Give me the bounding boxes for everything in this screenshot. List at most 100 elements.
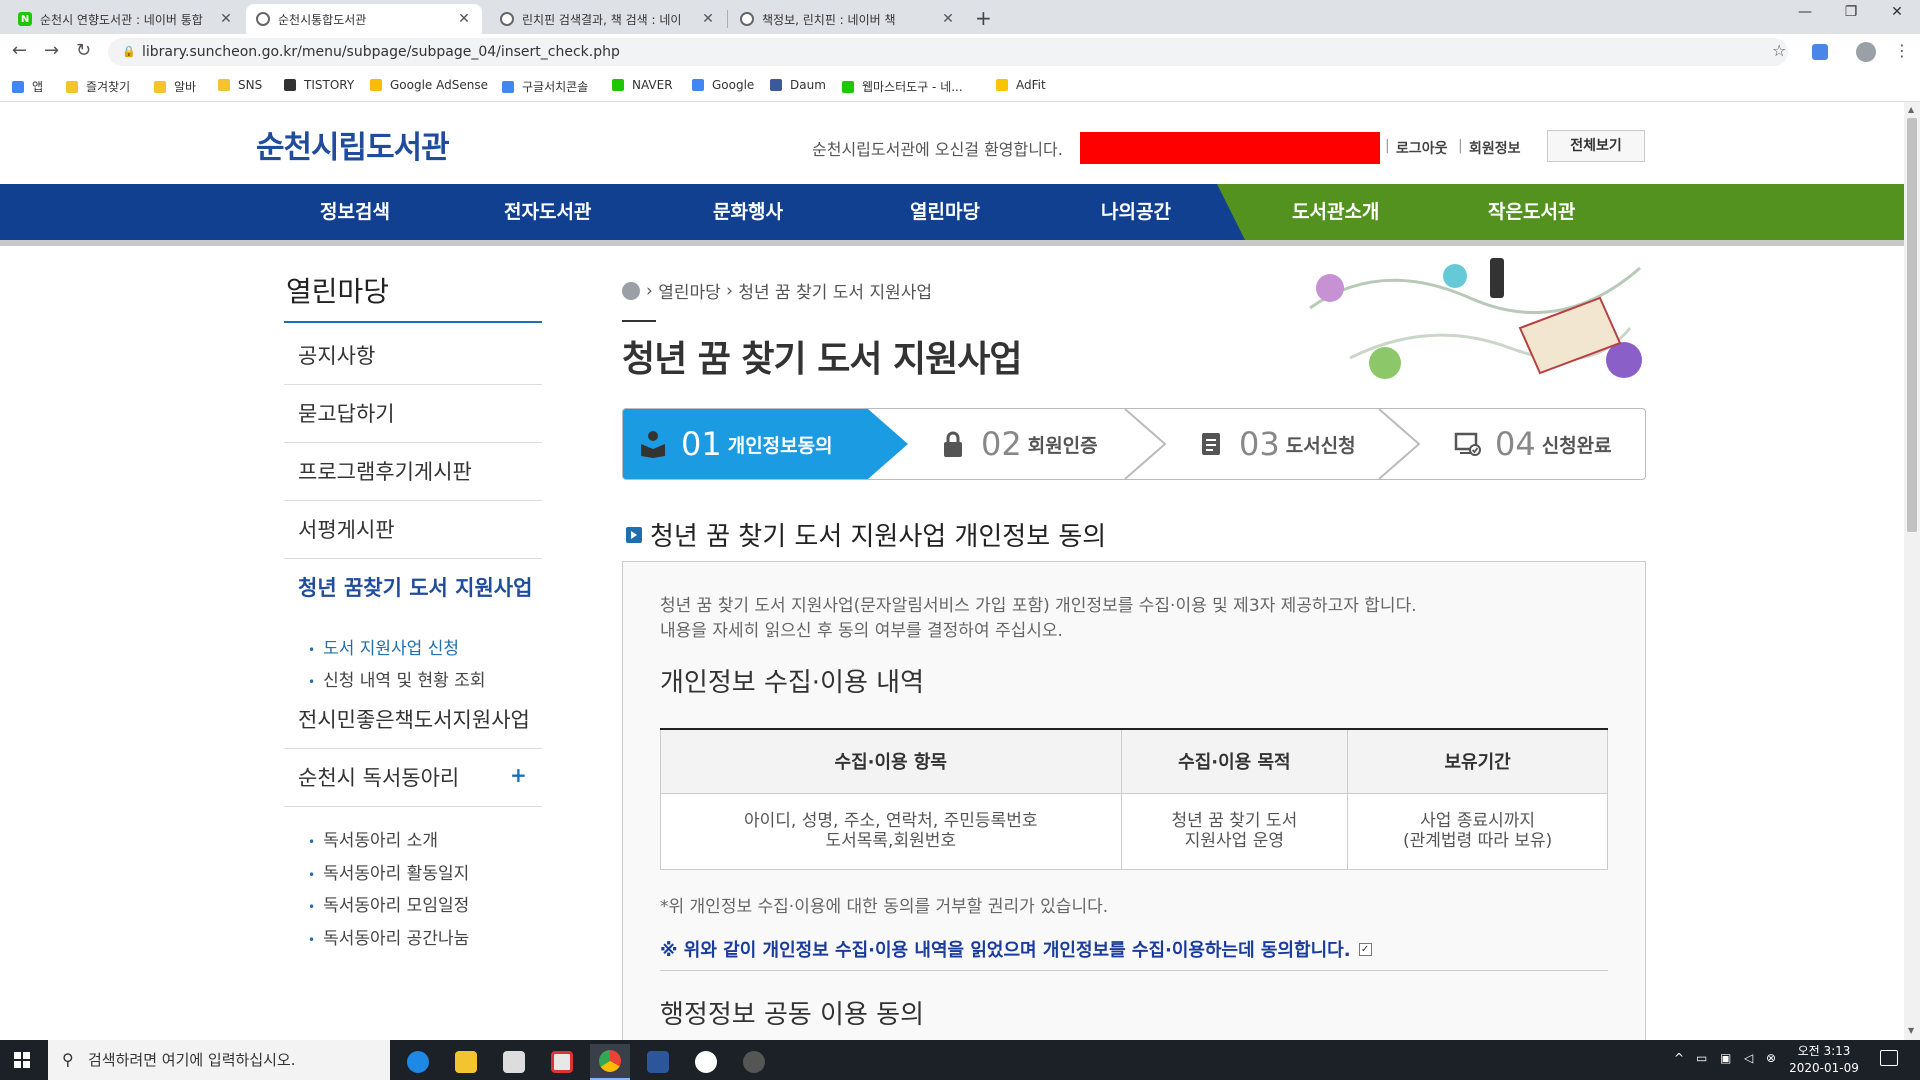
bookmark-tistory[interactable]: TISTORY <box>284 78 354 92</box>
taskbar-store[interactable] <box>494 1044 534 1080</box>
forward-arrow-icon[interactable]: → <box>44 40 59 61</box>
nav-culture-events[interactable]: 문화행사 <box>713 184 783 240</box>
breadcrumb-item[interactable]: 청년 꿈 찾기 도서 지원사업 <box>738 278 932 303</box>
member-info-link[interactable]: 회원정보 <box>1469 138 1521 158</box>
breadcrumb-sep: › <box>646 280 659 301</box>
scroll-thumb[interactable] <box>1907 118 1917 532</box>
bookmark-folder[interactable]: 즐겨찾기 <box>66 78 130 95</box>
sidebar-item-book-review[interactable]: 서평게시판 <box>284 501 542 559</box>
bookmark-google[interactable]: Google <box>692 78 754 92</box>
browser-tab[interactable]: 린치핀 검색결과, 책 검색 : 네이 ✕ <box>490 4 726 34</box>
taskbar-chrome[interactable] <box>590 1044 630 1080</box>
app-icon <box>551 1051 573 1073</box>
bookmark-webmaster[interactable]: 웹마스터도구 - 네... <box>842 78 963 95</box>
webmaster-icon <box>842 80 854 93</box>
sidebar-sub-status[interactable]: 신청 내역 및 현황 조회 <box>308 666 485 691</box>
breadcrumb-item[interactable]: 열린마당 <box>658 278 721 303</box>
sidebar-item-good-books[interactable]: 전시민좋은책도서지원사업 <box>284 691 542 749</box>
decorative-flowers-illustration <box>1309 258 1642 379</box>
daum-icon <box>770 79 782 91</box>
sidebar-item-qna[interactable]: 묻고답하기 <box>284 385 542 443</box>
step-1: 01 개인정보동의 <box>639 425 833 463</box>
restore-icon[interactable]: ❐ <box>1828 4 1874 20</box>
taskbar-word[interactable] <box>638 1044 678 1080</box>
taskbar-search-box[interactable]: ⚲ 검색하려면 여기에 입력하십시오. <box>48 1040 390 1080</box>
close-window-icon[interactable]: ✕ <box>1874 4 1920 20</box>
lock-icon: 🔒 <box>122 45 136 58</box>
bookmark-apps[interactable]: 앱 <box>12 78 43 95</box>
nav-library-intro[interactable]: 도서관소개 <box>1292 184 1379 240</box>
sidebar-sub-club-space[interactable]: 독서동아리 공간나눔 <box>308 924 469 949</box>
sidebar-item-youth-dream[interactable]: 청년 꿈찾기 도서 지원사업 <box>284 559 542 617</box>
app-icon <box>743 1051 765 1073</box>
bookmark-adsense[interactable]: Google AdSense <box>370 78 488 92</box>
nav-small-library[interactable]: 작은도서관 <box>1488 184 1575 240</box>
windows-start-icon[interactable] <box>14 1052 30 1068</box>
bookmark-folder[interactable]: SNS <box>218 78 262 92</box>
nav-open-forum[interactable]: 열린마당 <box>910 184 980 240</box>
browser-menu-icon[interactable]: ⋮ <box>1894 41 1910 60</box>
bookmark-search-console[interactable]: 구글서치콘솔 <box>502 78 588 95</box>
taskbar-clock[interactable]: 오전 3:13 2020-01-09 <box>1786 1043 1862 1077</box>
nav-e-library[interactable]: 전자도서관 <box>504 184 591 240</box>
sidebar-sub-club-intro[interactable]: 독서동아리 소개 <box>308 826 438 851</box>
agree-checkbox[interactable]: ✓ <box>1358 942 1372 956</box>
volume-icon[interactable]: ◁ <box>1744 1051 1753 1065</box>
minimize-icon[interactable]: — <box>1782 4 1828 20</box>
nav-my-space[interactable]: 나의공간 <box>1101 184 1171 240</box>
network-icon[interactable]: ▣ <box>1720 1051 1731 1065</box>
tab-title: 순천시 연향도서관 : 네이버 통합 <box>40 12 203 27</box>
notification-icon[interactable] <box>1880 1050 1898 1066</box>
page-scrollbar[interactable]: ▲ ▼ <box>1904 102 1920 1040</box>
browser-tab[interactable]: 책정보, 린치핀 : 네이버 책 ✕ <box>730 4 966 34</box>
sidebar-item-reading-club[interactable]: 순천시 독서동아리 <box>284 749 542 807</box>
tab-close-icon[interactable]: ✕ <box>218 11 234 27</box>
new-tab-icon[interactable]: + <box>975 6 992 30</box>
tab-close-icon[interactable]: ✕ <box>700 11 716 27</box>
breadcrumb-sep: › <box>720 280 739 301</box>
bookmark-folder[interactable]: 알바 <box>154 78 196 95</box>
tab-close-icon[interactable]: ✕ <box>456 11 472 27</box>
profile-avatar-icon[interactable] <box>1856 42 1876 62</box>
extension-icon[interactable] <box>1812 44 1828 60</box>
reload-icon[interactable]: ↻ <box>76 40 91 61</box>
taskbar-app2[interactable] <box>734 1044 774 1080</box>
bookmark-adfit[interactable]: AdFit <box>996 78 1046 92</box>
view-all-button[interactable]: 전체보기 <box>1547 130 1645 162</box>
tray-chevron-icon[interactable]: ^ <box>1674 1051 1684 1065</box>
home-icon[interactable] <box>622 281 640 300</box>
sidebar-item-notice[interactable]: 공지사항 <box>284 327 542 385</box>
taskbar-edge[interactable] <box>398 1044 438 1080</box>
browser-tab-bar: N 순천시 연향도서관 : 네이버 통합 ✕ 순천시통합도서관 ✕ 린치핀 검색… <box>0 0 1920 34</box>
scroll-up-icon[interactable]: ▲ <box>1908 105 1914 114</box>
ime-icon[interactable]: ⊗ <box>1766 1051 1776 1065</box>
bookmark-daum[interactable]: Daum <box>770 78 826 92</box>
bookmark-naver[interactable]: NAVER <box>612 78 673 92</box>
battery-icon[interactable]: ▭ <box>1696 1051 1707 1065</box>
sidebar-item-program-review[interactable]: 프로그램후기게시판 <box>284 443 542 501</box>
sidebar-sub-club-schedule[interactable]: 독서동아리 모임일정 <box>308 891 469 916</box>
document-icon <box>1202 433 1220 455</box>
browser-tab[interactable]: N 순천시 연향도서관 : 네이버 통합 ✕ <box>8 4 244 34</box>
bookmark-star-icon[interactable]: ☆ <box>1772 41 1786 60</box>
logout-link[interactable]: 로그아웃 <box>1396 138 1448 158</box>
expand-plus-icon[interactable]: + <box>510 763 527 787</box>
play-bullet-icon <box>626 526 642 543</box>
page-title: 청년 꿈 찾기 도서 지원사업 <box>622 339 1022 380</box>
site-page: 순천시립도서관 순천시립도서관에 오신걸 환영합니다. | 로그아웃 | 회원정… <box>0 102 1904 1040</box>
taskbar-app[interactable] <box>542 1044 582 1080</box>
tab-close-icon[interactable]: ✕ <box>940 11 956 27</box>
scroll-down-icon[interactable]: ▼ <box>1908 1026 1914 1035</box>
browser-tab-active[interactable]: 순천시통합도서관 ✕ <box>246 4 482 34</box>
header-divider: | <box>1385 138 1390 154</box>
site-logo[interactable]: 순천시립도서관 <box>256 122 450 167</box>
refusal-note: *위 개인정보 수집·이용에 대한 동의를 거부할 권리가 있습니다. <box>660 897 1109 917</box>
address-bar[interactable]: 🔒 library.suncheon.go.kr/menu/subpage/su… <box>108 38 1788 66</box>
sidebar-sub-club-log[interactable]: 독서동아리 활동일지 <box>308 859 469 884</box>
taskbar-photos[interactable] <box>686 1044 726 1080</box>
sidebar-sub-apply[interactable]: 도서 지원사업 신청 <box>308 634 459 659</box>
nav-info-search[interactable]: 정보검색 <box>320 184 390 240</box>
adsense-icon <box>370 79 382 91</box>
taskbar-explorer[interactable] <box>446 1044 486 1080</box>
back-arrow-icon[interactable]: ← <box>12 40 27 61</box>
